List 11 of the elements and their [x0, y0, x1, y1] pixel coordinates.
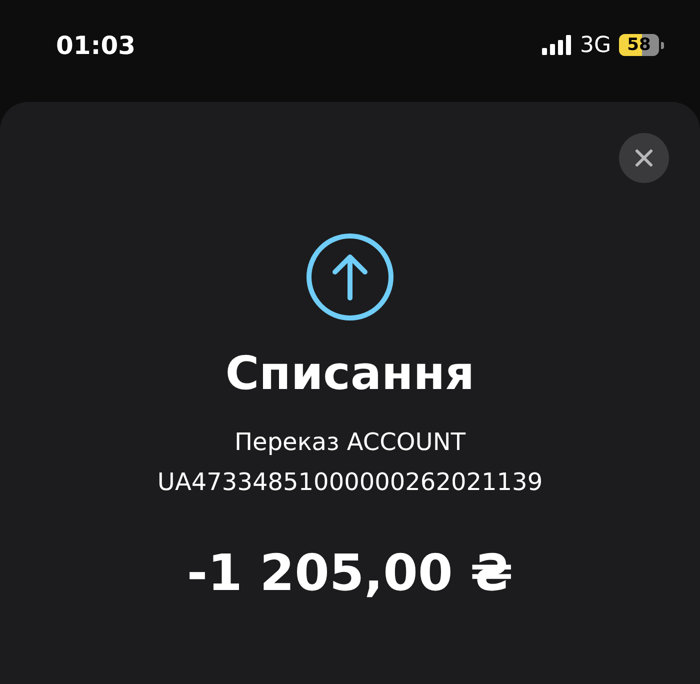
close-icon	[634, 148, 654, 168]
close-button[interactable]	[619, 133, 669, 183]
transaction-description: Переказ ACCOUNT	[234, 427, 466, 458]
network-type: 3G	[580, 32, 611, 58]
status-time: 01:03	[56, 30, 136, 60]
transaction-title: Списання	[225, 346, 475, 400]
arrow-up-circle-icon	[305, 232, 395, 322]
signal-icon	[542, 35, 572, 55]
battery-indicator: 58	[619, 34, 659, 56]
transaction-amount: -1 205,00 ₴	[186, 544, 514, 602]
transaction-description: UA47334851000000262021139	[157, 467, 543, 498]
